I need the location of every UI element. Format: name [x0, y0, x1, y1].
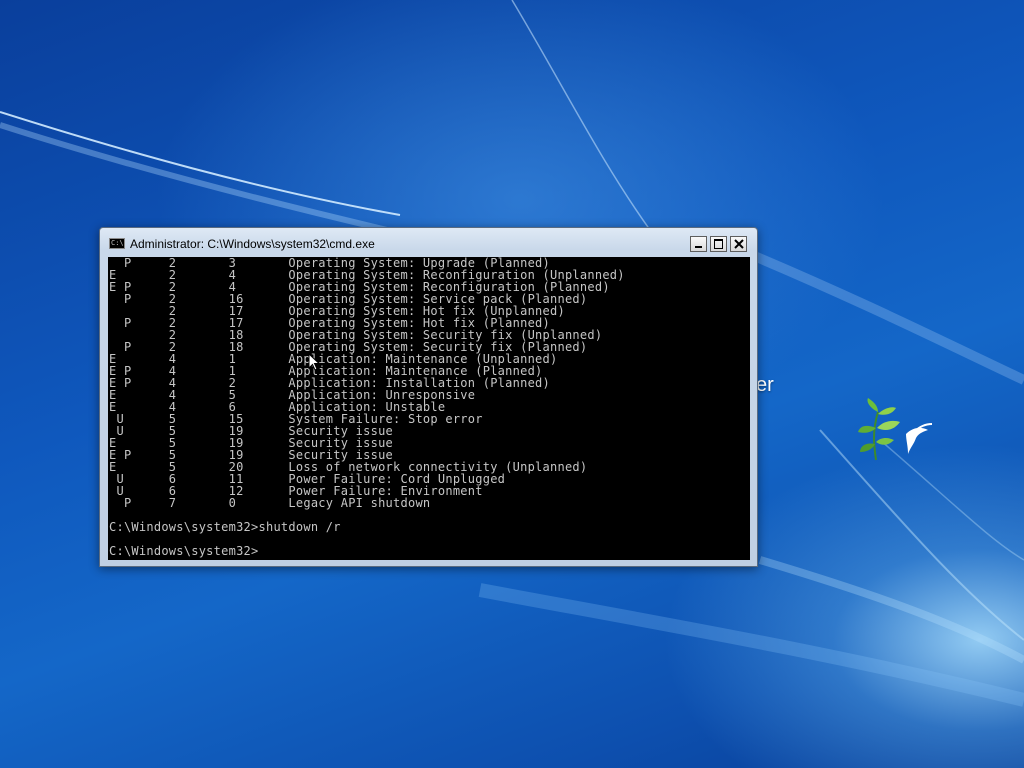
- reason-code-list: P 2 3 Operating System: Upgrade (Planned…: [108, 257, 750, 521]
- cmd-window: C:\ Administrator: C:\Windows\system32\c…: [99, 227, 758, 567]
- row-minor-code: 0: [228, 496, 289, 510]
- console-row: P 7 0 Legacy API shutdown: [109, 497, 750, 509]
- desktop-partial-text: er: [756, 374, 774, 396]
- row-major-code: 7: [168, 496, 229, 510]
- cmd-console-icon[interactable]: C:\: [109, 238, 125, 249]
- maximize-button[interactable]: [710, 236, 727, 252]
- row-reason: Legacy API shutdown: [288, 496, 431, 510]
- command-prompt: C:\Windows\system32>: [109, 520, 259, 534]
- command-text: shutdown /r: [258, 520, 341, 534]
- close-icon: [734, 239, 744, 249]
- console-output-area[interactable]: P 2 3 Operating System: Upgrade (Planned…: [108, 257, 750, 560]
- minimize-button[interactable]: [690, 236, 707, 252]
- window-title: Administrator: C:\Windows\system32\cmd.e…: [130, 237, 375, 251]
- row-flags: P: [109, 496, 169, 510]
- command-line: C:\Windows\system32>shutdown /r: [108, 521, 750, 533]
- final-prompt: C:\Windows\system32>: [109, 544, 259, 558]
- windows-seven-bird-logo: [858, 398, 933, 461]
- close-button[interactable]: [730, 236, 747, 252]
- mouse-cursor-icon: [308, 353, 320, 371]
- active-prompt-line[interactable]: C:\Windows\system32>: [108, 545, 750, 557]
- title-bar[interactable]: C:\ Administrator: C:\Windows\system32\c…: [100, 228, 757, 256]
